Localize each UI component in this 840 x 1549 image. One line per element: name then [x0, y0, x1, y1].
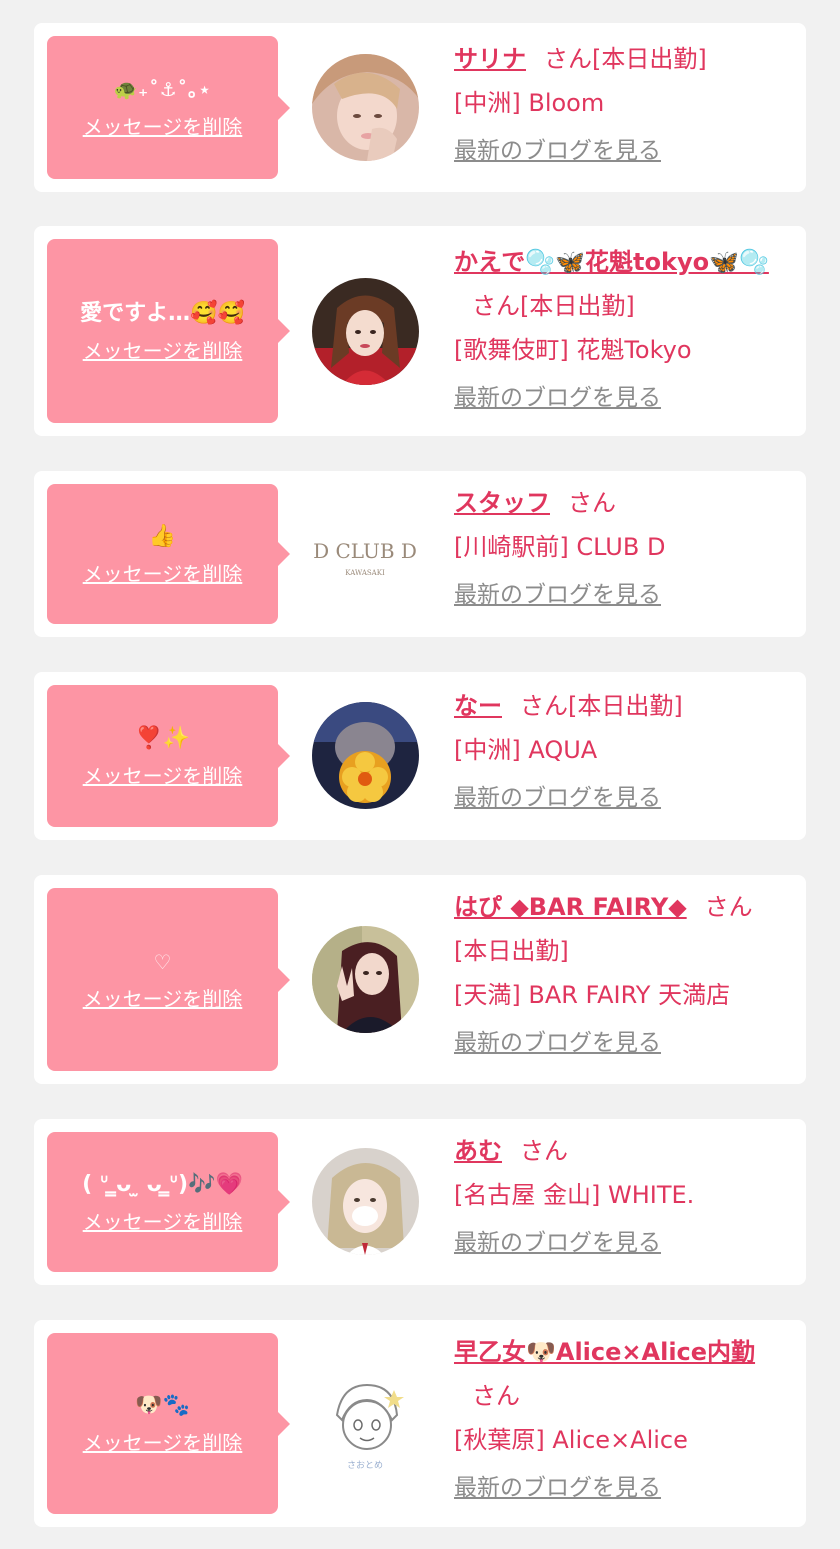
avatar[interactable]: [312, 702, 419, 809]
name-line: サリナ さん[本日出勤]: [454, 37, 789, 81]
cast-info: なー さん[本日出勤] [中洲] AQUA 最新のブログを見る: [454, 684, 789, 818]
cast-name-link[interactable]: サリナ: [454, 45, 526, 73]
message-card: 🐢₊˚⚓︎˚｡⋆ メッセージを削除 サリナ さん[本日出勤] [中洲] Bloom…: [34, 23, 806, 192]
cast-name-link[interactable]: スタッフ: [454, 489, 550, 517]
attendance-status: [本日出勤]: [568, 692, 683, 720]
latest-blog-link[interactable]: 最新のブログを見る: [454, 1468, 661, 1508]
avatar[interactable]: さおとめ: [312, 1370, 419, 1477]
delete-message-link[interactable]: メッセージを削除: [83, 983, 243, 1012]
shop-name: [秋葉原] Alice×Alice: [454, 1426, 688, 1454]
shop-name: [中洲] Bloom: [454, 89, 605, 117]
avatar[interactable]: [312, 54, 419, 161]
delete-message-link[interactable]: メッセージを削除: [83, 335, 243, 364]
latest-blog-link[interactable]: 最新のブログを見る: [454, 1223, 661, 1263]
cast-info: 早乙女🐶Alice×Alice内勤さん [秋葉原] Alice×Alice 最新…: [454, 1330, 789, 1508]
attendance-status: [本日出勤]: [592, 45, 707, 73]
latest-blog-link[interactable]: 最新のブログを見る: [454, 131, 661, 171]
cast-name-link[interactable]: かえで🫧🦋花魁tokyo🦋🫧: [454, 248, 769, 276]
avatar-photo-icon: [312, 278, 419, 385]
message-bubble: 🐶🐾 メッセージを削除: [47, 1333, 290, 1514]
svg-text:KAWASAKI: KAWASAKI: [345, 569, 385, 577]
message-card: 🐶🐾 メッセージを削除 さおとめ 早乙女🐶Alice×Alice内勤さん [秋葉…: [34, 1320, 806, 1527]
message-card: ❣️✨ メッセージを削除 なー さん[本日出勤] [中洲] AQUA 最新のブログ…: [34, 672, 806, 840]
honorific: さん: [472, 292, 520, 320]
message-bubble: ( ᐡ ̳ᴗ ̫ ᴗ ̳ᐡ)🎶💗 メッセージを削除: [47, 1132, 290, 1272]
message-text: 🐢₊˚⚓︎˚｡⋆: [113, 79, 212, 101]
cast-name-link[interactable]: はぴ ◆BAR FAIRY◆: [454, 893, 687, 921]
avatar[interactable]: [312, 1148, 419, 1255]
message-card: ( ᐡ ̳ᴗ ̫ ᴗ ̳ᐡ)🎶💗 メッセージを削除 あむ さん [名古屋 金山] …: [34, 1119, 806, 1285]
name-line: あむ さん: [454, 1129, 789, 1173]
avatar-illustration-icon: さおとめ: [312, 1370, 419, 1477]
club-d-logo-icon: D CLUB D KAWASAKI: [312, 500, 419, 607]
honorific: さん: [520, 692, 568, 720]
shop-name: [天満] BAR FAIRY 天満店: [454, 981, 731, 1009]
honorific: さん: [704, 893, 753, 921]
svg-text:D CLUB D: D CLUB D: [313, 539, 417, 563]
message-text: 🐶🐾: [135, 1393, 190, 1418]
latest-blog-link[interactable]: 最新のブログを見る: [454, 778, 661, 818]
latest-blog-link[interactable]: 最新のブログを見る: [454, 575, 661, 615]
cast-info: かえで🫧🦋花魁tokyo🦋🫧 さん[本日出勤] [歌舞伎町] 花魁Tokyo 最新…: [454, 240, 789, 418]
message-card: 愛ですよ…🥰🥰 メッセージを削除 かえで🫧🦋花魁tokyo🦋🫧 さん[本日出勤] …: [34, 226, 806, 436]
message-bubble: 🐢₊˚⚓︎˚｡⋆ メッセージを削除: [47, 36, 290, 179]
cast-name-link[interactable]: なー: [454, 692, 502, 720]
message-text: ( ᐡ ̳ᴗ ̫ ᴗ ̳ᐡ)🎶💗: [82, 1171, 243, 1197]
cast-name-link[interactable]: あむ: [454, 1137, 502, 1165]
avatar[interactable]: D CLUB D KAWASAKI: [312, 500, 419, 607]
name-line: 早乙女🐶Alice×Alice内勤さん: [454, 1330, 789, 1418]
honorific: さん: [472, 1382, 520, 1410]
delete-message-link[interactable]: メッセージを削除: [83, 1206, 243, 1235]
shop-name: [名古屋 金山] WHITE.: [454, 1181, 695, 1209]
message-card: ♡ メッセージを削除 はぴ ◆BAR FAIRY◆ さん [本日出勤] [天満] B…: [34, 875, 806, 1084]
latest-blog-link[interactable]: 最新のブログを見る: [454, 1023, 661, 1063]
shop-name: [中洲] AQUA: [454, 736, 598, 764]
message-text: ❣️✨: [135, 725, 190, 751]
name-line: かえで🫧🦋花魁tokyo🦋🫧 さん[本日出勤]: [454, 240, 789, 328]
message-text: ♡: [153, 950, 172, 974]
name-line: はぴ ◆BAR FAIRY◆ さん [本日出勤]: [454, 885, 789, 973]
shop-name: [川崎駅前] CLUB D: [454, 533, 666, 561]
cast-info: スタッフ さん [川崎駅前] CLUB D 最新のブログを見る: [454, 481, 789, 615]
honorific: さん: [544, 45, 592, 73]
delete-message-link[interactable]: メッセージを削除: [83, 558, 243, 587]
cast-info: あむ さん [名古屋 金山] WHITE. 最新のブログを見る: [454, 1129, 789, 1263]
attendance-status: [本日出勤]: [520, 292, 635, 320]
name-line: スタッフ さん: [454, 481, 789, 525]
delete-message-link[interactable]: メッセージを削除: [83, 760, 243, 789]
message-bubble: 愛ですよ…🥰🥰 メッセージを削除: [47, 239, 290, 423]
message-text: 👍: [148, 523, 177, 549]
message-bubble: ♡ メッセージを削除: [47, 888, 290, 1071]
avatar-photo-icon: [312, 54, 419, 161]
latest-blog-link[interactable]: 最新のブログを見る: [454, 378, 661, 418]
message-text: 愛ですよ…🥰🥰: [80, 300, 245, 326]
honorific: さん: [568, 489, 616, 517]
message-bubble: 👍 メッセージを削除: [47, 484, 290, 624]
honorific: さん: [520, 1137, 568, 1165]
cast-name-link[interactable]: 早乙女🐶Alice×Alice内勤: [454, 1338, 755, 1366]
avatar-photo-icon: [312, 926, 419, 1033]
delete-message-link[interactable]: メッセージを削除: [83, 1427, 243, 1456]
name-line: なー さん[本日出勤]: [454, 684, 789, 728]
message-card: 👍 メッセージを削除 D CLUB D KAWASAKI スタッフ さん [川崎駅…: [34, 471, 806, 637]
message-bubble: ❣️✨ メッセージを削除: [47, 685, 290, 827]
shop-name: [歌舞伎町] 花魁Tokyo: [454, 336, 692, 364]
cast-info: はぴ ◆BAR FAIRY◆ さん [本日出勤] [天満] BAR FAIRY 天満…: [454, 885, 789, 1063]
avatar-photo-icon: [312, 1148, 419, 1255]
delete-message-link[interactable]: メッセージを削除: [83, 111, 243, 140]
svg-text:さおとめ: さおとめ: [347, 1460, 383, 1471]
avatar-photo-icon: [312, 702, 419, 809]
avatar[interactable]: [312, 278, 419, 385]
attendance-status: [本日出勤]: [454, 937, 569, 965]
cast-info: サリナ さん[本日出勤] [中洲] Bloom 最新のブログを見る: [454, 37, 789, 171]
avatar[interactable]: [312, 926, 419, 1033]
